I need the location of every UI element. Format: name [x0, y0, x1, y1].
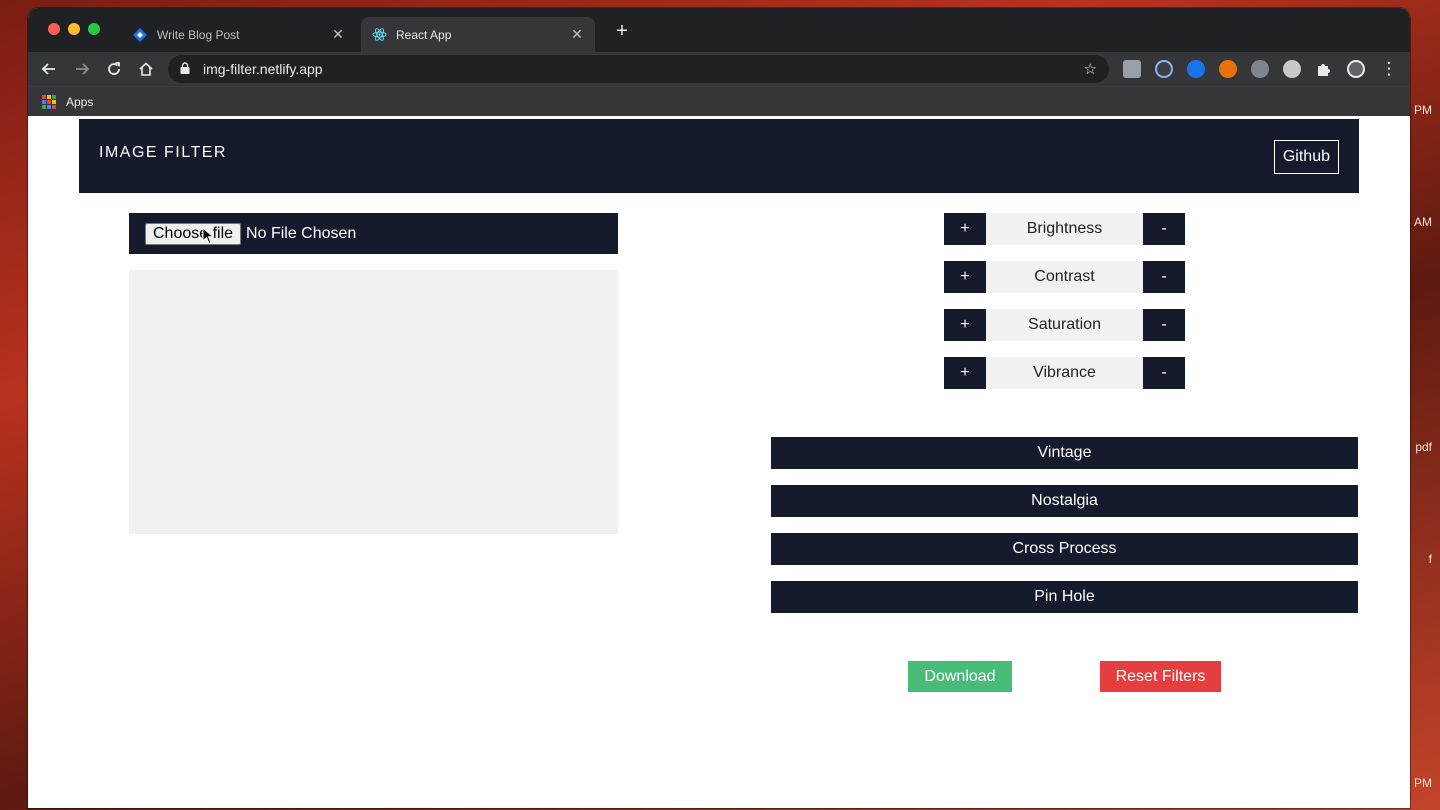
window-controls [48, 23, 100, 35]
apps-bookmark[interactable]: Apps [66, 95, 93, 109]
reset-filters-button[interactable]: Reset Filters [1100, 661, 1221, 692]
saturation-label: Saturation [986, 309, 1143, 341]
close-window-icon[interactable] [48, 23, 60, 35]
download-button[interactable]: Download [908, 661, 1012, 692]
contrast-plus-button[interactable]: + [944, 261, 986, 293]
adjust-row-contrast: + Contrast - [944, 261, 1185, 293]
bookmark-star-icon[interactable]: ☆ [1084, 60, 1097, 78]
vibrance-minus-button[interactable]: - [1143, 357, 1185, 389]
contrast-label: Contrast [986, 261, 1143, 293]
preset-vintage-button[interactable]: Vintage [771, 437, 1358, 469]
tab-label: React App [396, 27, 452, 42]
forward-arrow-icon[interactable] [71, 58, 93, 80]
react-icon [371, 27, 387, 43]
saturation-plus-button[interactable]: + [944, 309, 986, 341]
adjust-row-vibrance: + Vibrance - [944, 357, 1185, 389]
grey-extension-icon[interactable] [1251, 60, 1269, 78]
minimize-window-icon[interactable] [68, 23, 80, 35]
preset-nostalgia-button[interactable]: Nostalgia [771, 485, 1358, 517]
blue-diamond-icon [132, 27, 148, 43]
address-bar[interactable]: img-filter.netlify.app ☆ [168, 55, 1109, 83]
preset-cross-process-button[interactable]: Cross Process [771, 533, 1358, 565]
adjust-row-brightness: + Brightness - [944, 213, 1185, 245]
desktop-label: pdf [1415, 440, 1432, 454]
camera-extension-icon[interactable] [1123, 60, 1141, 78]
file-status-text: No File Chosen [246, 224, 357, 242]
page-content: IMAGE FILTER Github Choose file No File … [28, 119, 1410, 808]
kebab-menu-icon[interactable]: ⋮ [1378, 58, 1400, 80]
image-preview-area [129, 270, 618, 534]
blue-extension-icon[interactable] [1187, 60, 1205, 78]
puzzle-extensions-icon[interactable] [1315, 60, 1333, 78]
vibrance-plus-button[interactable]: + [944, 357, 986, 389]
home-icon[interactable] [135, 58, 157, 80]
preset-pin-hole-button[interactable]: Pin Hole [771, 581, 1358, 613]
desktop-label: PM [1414, 776, 1432, 790]
brightness-label: Brightness [986, 213, 1143, 245]
app-brand[interactable]: IMAGE FILTER [99, 144, 227, 162]
desktop-label: AM [1414, 215, 1432, 229]
saturation-minus-button[interactable]: - [1143, 309, 1185, 341]
back-arrow-icon[interactable] [38, 58, 60, 80]
brightness-minus-button[interactable]: - [1143, 213, 1185, 245]
close-tab-icon[interactable]: ✕ [569, 26, 585, 43]
tab-strip: Write Blog Post ✕ React App ✕ + [28, 8, 1410, 52]
maximize-window-icon[interactable] [88, 23, 100, 35]
brightness-plus-button[interactable]: + [944, 213, 986, 245]
vibrance-label: Vibrance [986, 357, 1143, 389]
close-tab-icon[interactable]: ✕ [330, 26, 346, 43]
tab-write-blog-post[interactable]: Write Blog Post ✕ [122, 17, 356, 52]
profile-avatar-icon[interactable] [1347, 60, 1365, 78]
light-extension-icon[interactable] [1283, 60, 1301, 78]
react-devtools-icon[interactable] [1155, 60, 1173, 78]
browser-toolbar: img-filter.netlify.app ☆ ⋮ [28, 52, 1410, 86]
github-button[interactable]: Github [1273, 140, 1339, 174]
contrast-minus-button[interactable]: - [1143, 261, 1185, 293]
app-navbar: IMAGE FILTER Github [79, 119, 1359, 193]
new-tab-icon[interactable]: + [612, 20, 632, 43]
mouse-cursor-icon [202, 227, 214, 245]
adjust-row-saturation: + Saturation - [944, 309, 1185, 341]
tab-react-app[interactable]: React App ✕ [361, 17, 595, 52]
browser-window: Write Blog Post ✕ React App ✕ + img-filt… [28, 8, 1410, 808]
choose-file-button[interactable]: Choose file [145, 222, 242, 245]
url-text: img-filter.netlify.app [203, 61, 323, 77]
bookmarks-bar: Apps [28, 86, 1410, 116]
apps-grid-icon[interactable] [42, 94, 56, 109]
lock-icon [180, 61, 194, 77]
desktop-label: PM [1414, 103, 1432, 117]
desktop-label: f [1428, 552, 1432, 566]
tab-label: Write Blog Post [157, 27, 240, 42]
reload-icon[interactable] [103, 58, 125, 80]
orange-extension-icon[interactable] [1219, 60, 1237, 78]
